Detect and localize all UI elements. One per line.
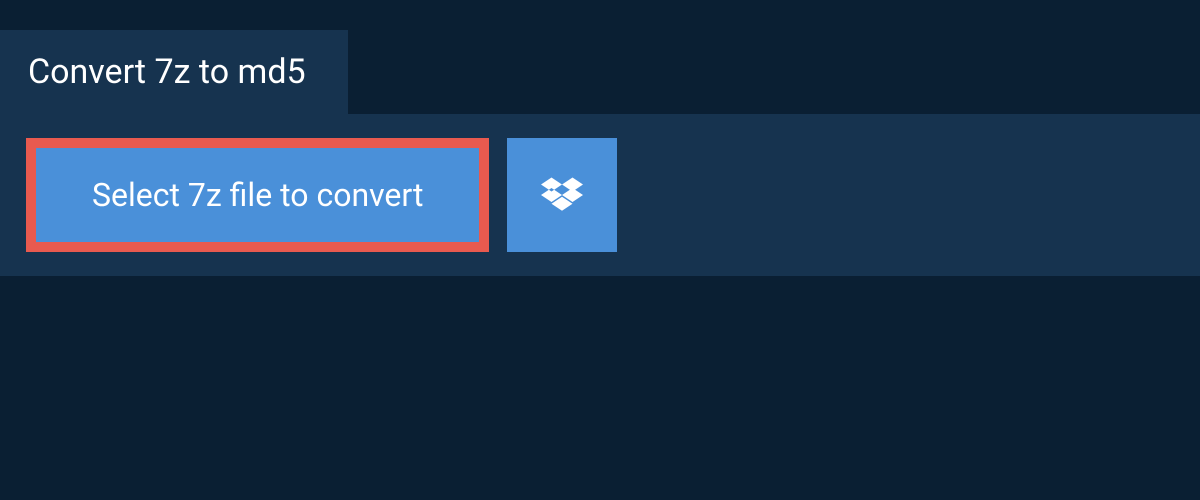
select-file-button[interactable]: Select 7z file to convert (26, 138, 489, 252)
action-panel: Select 7z file to convert (0, 114, 1200, 276)
dropbox-icon (541, 174, 583, 216)
page-title: Convert 7z to md5 (28, 52, 306, 92)
dropbox-button[interactable] (507, 138, 617, 252)
select-file-label: Select 7z file to convert (92, 176, 423, 214)
header-tab: Convert 7z to md5 (0, 30, 348, 114)
